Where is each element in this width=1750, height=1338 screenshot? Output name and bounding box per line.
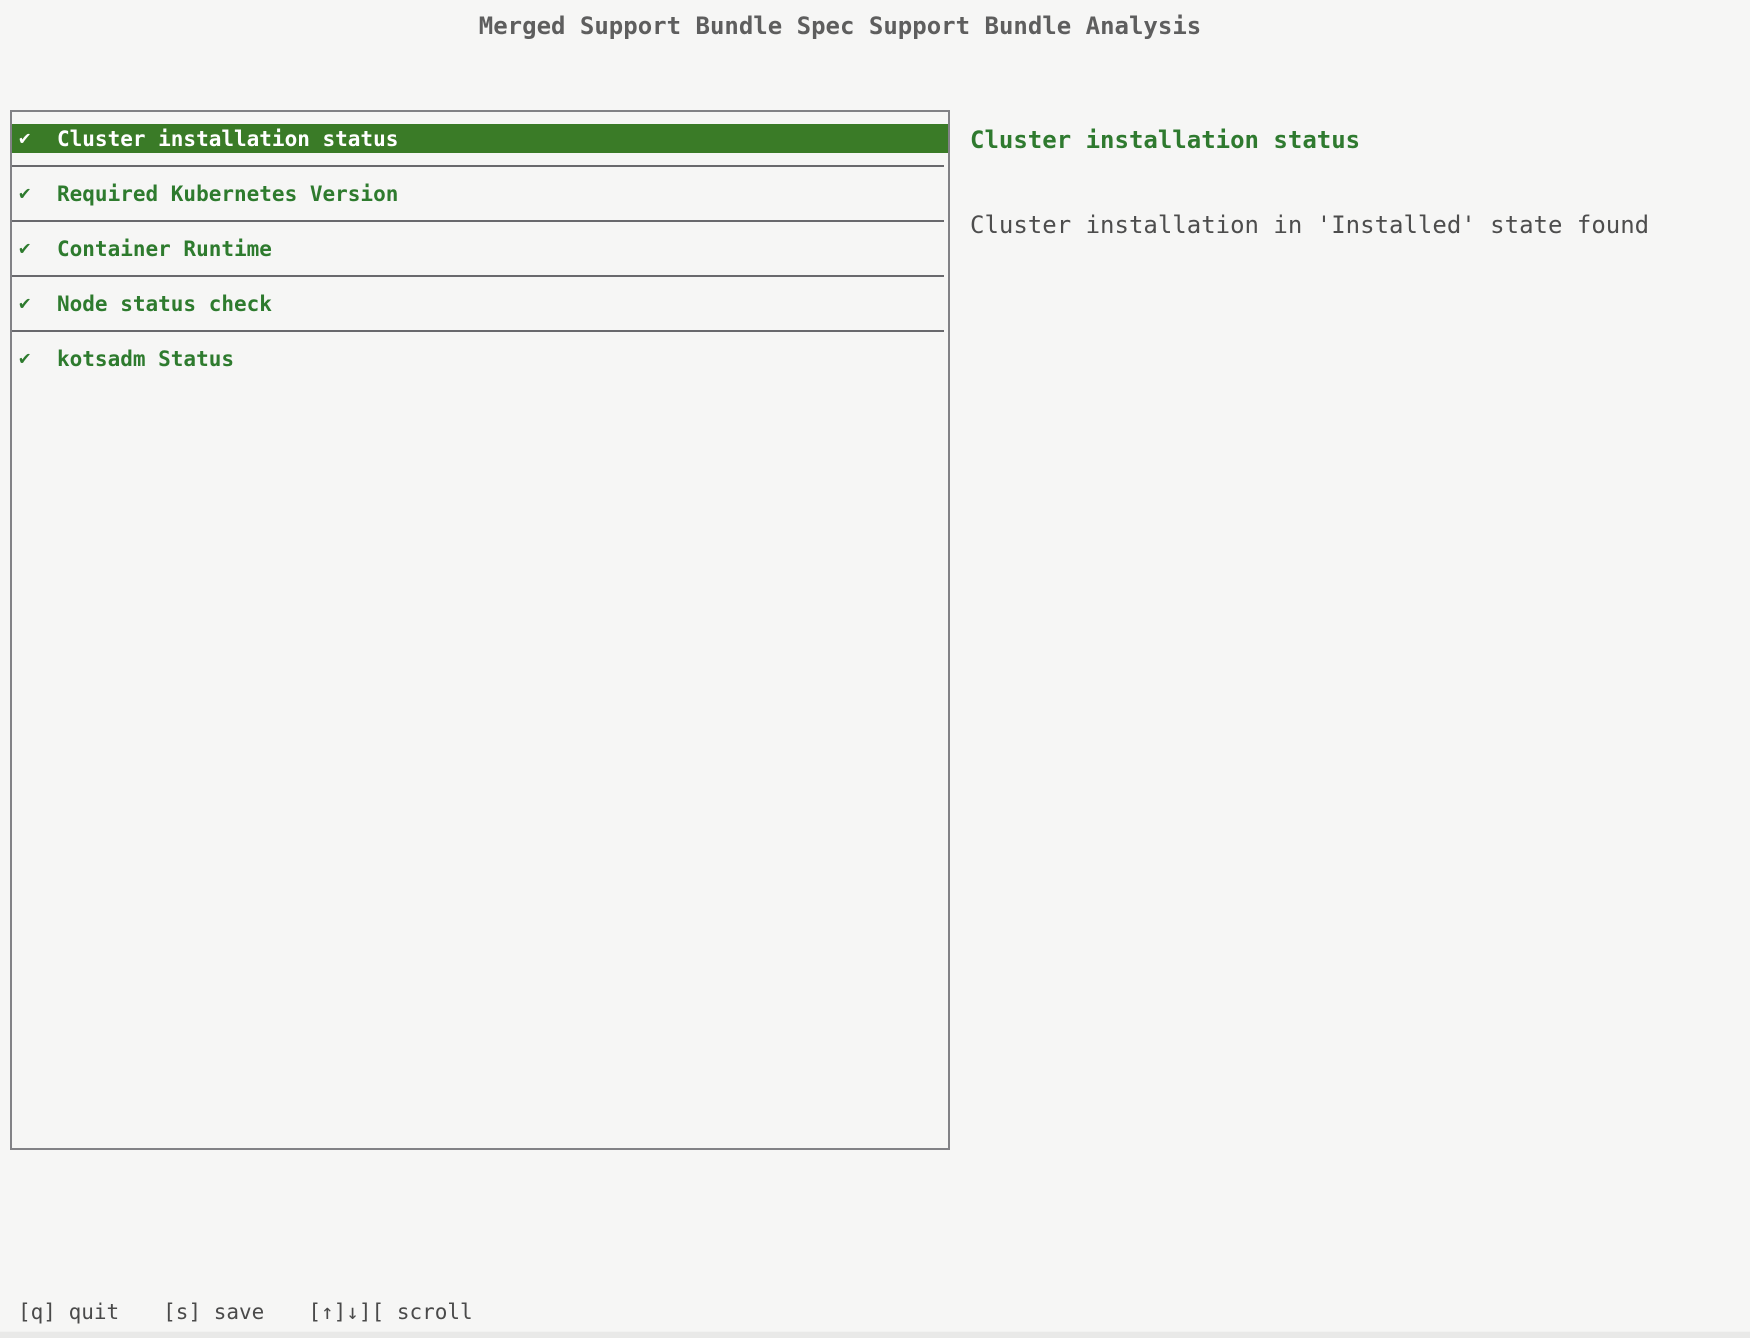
list-item-label: Container Runtime xyxy=(57,237,272,261)
bottom-strip xyxy=(0,1331,1750,1338)
status-bar: [q] quit [s] save [↑]↓][ scroll xyxy=(18,1300,517,1324)
list-separator xyxy=(12,165,944,167)
check-icon: ✔ xyxy=(19,234,57,263)
list-item[interactable]: ✔Container Runtime xyxy=(12,234,948,263)
analyzer-list: ✔Cluster installation status✔Required Ku… xyxy=(12,124,948,373)
list-separator xyxy=(12,330,944,332)
detail-body: Cluster installation in 'Installed' stat… xyxy=(970,211,1649,239)
check-icon: ✔ xyxy=(19,344,57,373)
list-item-label: Node status check xyxy=(57,292,272,316)
save-key-hint: [s] save xyxy=(163,1300,264,1324)
quit-key-hint: [q] quit xyxy=(18,1300,119,1324)
analyzer-list-panel: ✔Cluster installation status✔Required Ku… xyxy=(10,110,950,1150)
list-item[interactable]: ✔Required Kubernetes Version xyxy=(12,179,948,208)
check-icon: ✔ xyxy=(19,179,57,208)
list-separator xyxy=(12,275,944,277)
list-item-label: kotsadm Status xyxy=(57,347,234,371)
scroll-key-hint: [↑]↓][ scroll xyxy=(308,1300,472,1324)
check-icon: ✔ xyxy=(19,289,57,318)
list-item[interactable]: ✔kotsadm Status xyxy=(12,344,948,373)
app-title: Merged Support Bundle Spec Support Bundl… xyxy=(0,12,1680,40)
list-item-label: Required Kubernetes Version xyxy=(57,182,398,206)
list-item-label: Cluster installation status xyxy=(57,127,398,151)
list-item[interactable]: ✔Cluster installation status xyxy=(12,124,948,153)
list-item[interactable]: ✔Node status check xyxy=(12,289,948,318)
list-separator xyxy=(12,220,944,222)
check-icon: ✔ xyxy=(19,124,57,153)
detail-heading: Cluster installation status xyxy=(970,126,1360,154)
